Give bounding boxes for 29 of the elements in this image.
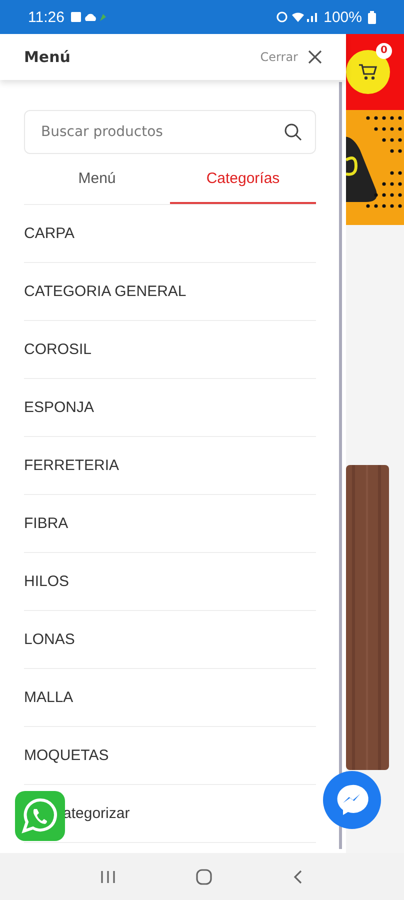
category-item[interactable]: LONAS: [24, 631, 75, 648]
category-item[interactable]: MOQUETAS: [24, 747, 109, 764]
close-icon[interactable]: [308, 50, 322, 64]
home-icon[interactable]: [194, 868, 213, 886]
battery-level: 100%: [324, 8, 362, 26]
tab[interactable]: Categorías: [170, 154, 316, 204]
drawer-title: Menú: [24, 48, 70, 66]
search-field[interactable]: Buscar productos: [24, 110, 316, 154]
cart-count: 0: [376, 43, 392, 59]
close-link[interactable]: Cerrar: [260, 50, 298, 64]
category-item[interactable]: CATEGORIA GENERAL: [24, 283, 186, 300]
messenger-button[interactable]: [322, 770, 382, 830]
tab[interactable]: Menú: [24, 154, 170, 204]
category-item[interactable]: ESPONJA: [24, 399, 94, 416]
back-icon[interactable]: [292, 868, 304, 884]
notification-icons: [70, 11, 108, 23]
search-icon[interactable]: [284, 123, 302, 141]
category-item[interactable]: FERRETERIA: [24, 457, 120, 474]
category-item[interactable]: HILOS: [24, 573, 70, 590]
category-item[interactable]: MALLA: [24, 689, 74, 706]
battery-icon: [368, 10, 376, 24]
recent-apps-icon[interactable]: [100, 870, 116, 884]
status-time: 11:26: [28, 8, 64, 26]
category-item[interactable]: COROSIL: [24, 341, 92, 358]
cart-icon: [358, 63, 378, 81]
signal-icons: [276, 11, 318, 23]
category-item[interactable]: ategorizar: [63, 805, 130, 822]
category-item[interactable]: FIBRA: [24, 515, 68, 532]
category-item[interactable]: CARPA: [24, 225, 75, 242]
